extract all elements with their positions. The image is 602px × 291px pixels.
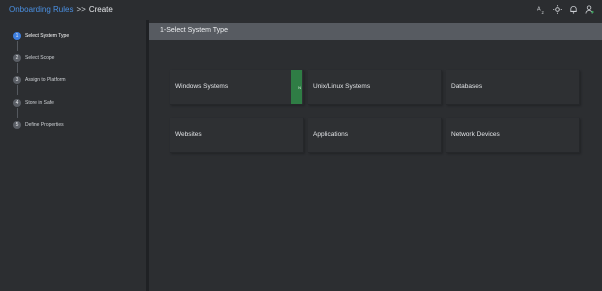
step-number: 2 — [13, 54, 21, 62]
system-type-card-applications[interactable]: Applications — [308, 118, 442, 153]
section-header: 1-Select System Type — [149, 23, 602, 40]
card-label: Websites — [175, 131, 202, 138]
user-icon[interactable] — [585, 5, 594, 14]
step-label: Store in Safe — [25, 100, 54, 106]
theme-icon[interactable] — [553, 5, 562, 14]
step-label: Select Scope — [25, 55, 55, 61]
step-label: Select System Type — [25, 33, 70, 39]
card-label: Unix/Linux Systems — [313, 83, 371, 90]
header-toolbar: Az — [537, 5, 594, 14]
step-connector — [17, 41, 18, 51]
breadcrumb-separator: >> — [76, 5, 86, 14]
translate-icon[interactable]: Az — [537, 5, 546, 14]
wizard-step-assign-to-platform[interactable]: 3 Assign to Platform — [13, 76, 66, 84]
step-label: Define Properties — [25, 122, 64, 128]
system-type-card-databases[interactable]: Databases — [446, 70, 580, 105]
wizard-sidebar: 1 Select System Type 2 Select Scope 3 As… — [0, 20, 146, 291]
app-header: Onboarding Rules >> Create Az — [0, 0, 602, 20]
step-number: 1 — [13, 32, 21, 40]
card-label: Windows Systems — [175, 83, 229, 90]
card-badge: N — [291, 70, 302, 104]
system-type-card-unix-linux[interactable]: Unix/Linux Systems — [308, 70, 442, 105]
card-label: Network Devices — [451, 131, 500, 138]
notification-icon[interactable] — [569, 5, 578, 14]
wizard-step-select-system-type[interactable]: 1 Select System Type — [13, 32, 69, 40]
step-label: Assign to Platform — [25, 77, 66, 83]
system-type-card-websites[interactable]: Websites — [170, 118, 304, 153]
step-number: 4 — [13, 99, 21, 107]
section-title: 1-Select System Type — [160, 27, 228, 34]
step-connector — [17, 85, 18, 95]
wizard-step-store-in-safe[interactable]: 4 Store in Safe — [13, 99, 54, 107]
step-number: 3 — [13, 76, 21, 84]
svg-text:A: A — [537, 6, 541, 12]
card-label: Databases — [451, 83, 483, 90]
breadcrumb-current: Create — [88, 5, 113, 14]
wizard-step-select-scope[interactable]: 2 Select Scope — [13, 54, 54, 62]
wizard-step-define-properties[interactable]: 5 Define Properties — [13, 121, 64, 129]
step-connector — [17, 63, 18, 73]
main-content: 1-Select System Type Windows Systems N U… — [149, 20, 602, 291]
step-connector — [17, 108, 18, 118]
svg-text:z: z — [542, 11, 545, 14]
step-number: 5 — [13, 121, 21, 129]
card-label: Applications — [313, 131, 349, 138]
breadcrumb: Onboarding Rules >> Create — [9, 5, 113, 14]
system-type-card-network-devices[interactable]: Network Devices — [446, 118, 580, 153]
breadcrumb-link-onboarding-rules[interactable]: Onboarding Rules — [9, 5, 73, 14]
system-type-card-windows[interactable]: Windows Systems N — [170, 70, 304, 105]
